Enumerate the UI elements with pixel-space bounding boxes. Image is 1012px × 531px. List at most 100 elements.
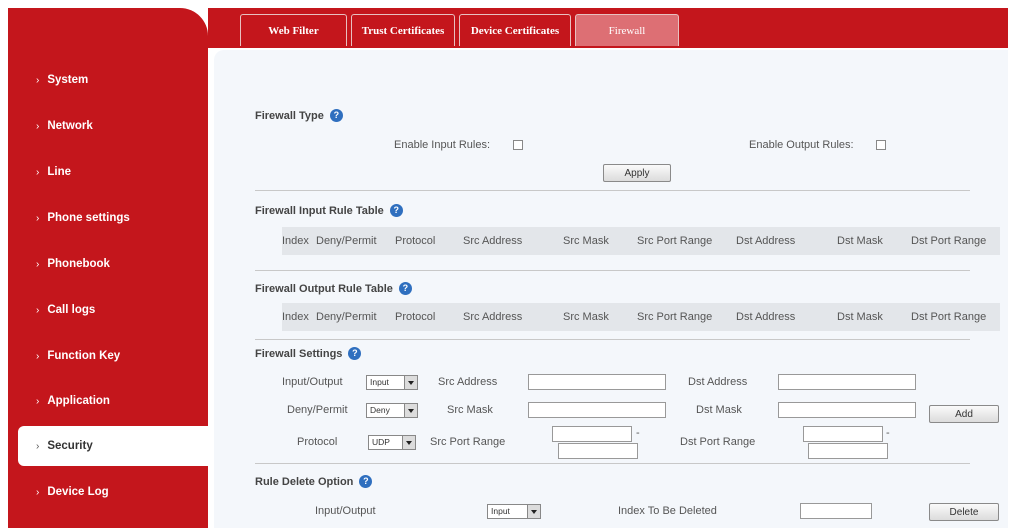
column-header: Index <box>282 311 309 323</box>
sidebar-item-line[interactable]: › Line <box>8 152 208 192</box>
range-separator: - <box>886 427 890 439</box>
help-icon[interactable]: ? <box>389 204 403 217</box>
column-header: Src Address <box>463 311 523 323</box>
tab-trust-certificates[interactable]: Trust Certificates <box>351 14 455 46</box>
column-header: Deny/Permit <box>316 311 377 323</box>
column-header: Src Mask <box>563 235 609 247</box>
add-button[interactable]: Add <box>929 405 999 423</box>
deny-permit-label: Deny/Permit <box>287 404 348 416</box>
section-title: Firewall Input Rule Table <box>255 204 384 217</box>
help-icon[interactable]: ? <box>348 347 362 360</box>
column-header: Dst Mask <box>837 235 883 247</box>
src-port-range-start-input[interactable] <box>552 426 632 442</box>
section-title: Firewall Settings <box>255 347 343 360</box>
column-header: Protocol <box>395 311 436 323</box>
input-output-label: Input/Output <box>282 376 343 388</box>
column-header: Dst Address <box>736 235 796 247</box>
sidebar-item-label: Security <box>47 440 93 452</box>
sidebar-item-system[interactable]: › System <box>8 60 208 100</box>
input-rule-table-title: Firewall Input Rule Table? <box>255 204 403 217</box>
src-port-range-end-input[interactable] <box>558 443 638 459</box>
dropdown-arrow-icon <box>527 505 540 518</box>
tab-firewall[interactable]: Firewall <box>575 14 679 46</box>
column-header: Dst Port Range <box>911 311 987 323</box>
column-header: Index <box>282 235 309 247</box>
sidebar-item-security[interactable]: › Security <box>18 426 210 466</box>
divider <box>255 190 970 191</box>
firewall-settings-title: Firewall Settings? <box>255 347 362 360</box>
tab-web-filter[interactable]: Web Filter <box>240 14 347 46</box>
chevron-right-icon: › <box>36 74 40 86</box>
dropdown-arrow-icon <box>402 436 415 449</box>
src-address-input[interactable] <box>528 374 666 390</box>
chevron-right-icon: › <box>36 350 40 362</box>
dst-mask-input[interactable] <box>778 402 916 418</box>
divider <box>255 339 970 340</box>
tab-device-certificates[interactable]: Device Certificates <box>459 14 571 46</box>
chevron-right-icon: › <box>36 304 40 316</box>
sidebar-item-phonebook[interactable]: › Phonebook <box>8 244 208 284</box>
dst-address-label: Dst Address <box>688 376 748 388</box>
column-header: Deny/Permit <box>316 235 377 247</box>
enable-input-rules-checkbox[interactable] <box>513 140 523 150</box>
chevron-right-icon: › <box>36 212 40 224</box>
src-mask-label: Src Mask <box>447 404 493 416</box>
sidebar-item-network[interactable]: › Network <box>8 106 208 146</box>
chevron-right-icon: › <box>36 395 40 407</box>
sidebar-item-phone-settings[interactable]: › Phone settings <box>8 198 208 238</box>
output-rule-table-title: Firewall Output Rule Table? <box>255 282 412 295</box>
section-title: Firewall Type <box>255 109 324 122</box>
index-to-be-deleted-input[interactable] <box>800 503 872 519</box>
dropdown-arrow-icon <box>404 404 417 417</box>
column-header: Src Port Range <box>637 311 713 323</box>
column-header: Dst Port Range <box>911 235 987 247</box>
section-title: Rule Delete Option <box>255 475 354 488</box>
deny-permit-select[interactable]: Deny <box>366 403 418 418</box>
enable-output-rules-checkbox[interactable] <box>876 140 886 150</box>
column-header: Src Address <box>463 235 523 247</box>
chevron-right-icon: › <box>36 166 40 178</box>
sidebar-item-application[interactable]: › Application <box>8 381 208 421</box>
src-address-label: Src Address <box>438 376 498 388</box>
index-to-be-deleted-label: Index To Be Deleted <box>618 505 717 517</box>
protocol-label: Protocol <box>297 436 338 448</box>
sidebar-item-label: Call logs <box>47 304 96 316</box>
help-icon[interactable]: ? <box>329 109 343 122</box>
sidebar-item-label: Device Log <box>47 486 109 498</box>
dst-address-input[interactable] <box>778 374 916 390</box>
help-icon[interactable]: ? <box>398 282 412 295</box>
chevron-right-icon: › <box>36 258 40 270</box>
sidebar: › System › Network › Line › Phone settings ›… <box>8 8 210 528</box>
divider <box>255 463 970 464</box>
sidebar-item-function-key[interactable]: › Function Key <box>8 336 208 376</box>
sidebar-item-label: Phone settings <box>47 212 130 224</box>
column-header: Dst Mask <box>837 311 883 323</box>
sidebar-item-device-log[interactable]: › Device Log <box>8 472 208 512</box>
delete-button[interactable]: Delete <box>929 503 999 521</box>
sidebar-item-label: Phonebook <box>47 258 110 270</box>
sidebar-item-label: Network <box>47 120 93 132</box>
sidebar-item-label: Line <box>47 166 71 178</box>
dropdown-arrow-icon <box>404 376 417 389</box>
sidebar-item-call-logs[interactable]: › Call logs <box>8 290 208 330</box>
column-header: Dst Address <box>736 311 796 323</box>
sidebar-item-label: Function Key <box>47 350 121 362</box>
src-port-range-label: Src Port Range <box>430 436 506 448</box>
sidebar-item-label: System <box>47 74 89 86</box>
range-separator: - <box>636 427 640 439</box>
column-header: Src Mask <box>563 311 609 323</box>
divider <box>255 270 970 271</box>
input-output-select[interactable]: Input <box>366 375 418 390</box>
delete-input-output-select[interactable]: Input <box>487 504 541 519</box>
enable-output-rules-label: Enable Output Rules: <box>749 139 854 151</box>
dst-port-range-start-input[interactable] <box>803 426 883 442</box>
select-value: Input <box>370 377 389 387</box>
column-header: Src Port Range <box>637 235 713 247</box>
dst-port-range-end-input[interactable] <box>808 443 888 459</box>
src-mask-input[interactable] <box>528 402 666 418</box>
protocol-select[interactable]: UDP <box>368 435 416 450</box>
help-icon[interactable]: ? <box>359 475 373 488</box>
chevron-right-icon: › <box>36 486 40 498</box>
apply-button[interactable]: Apply <box>603 164 671 182</box>
delete-input-output-label: Input/Output <box>315 505 376 517</box>
